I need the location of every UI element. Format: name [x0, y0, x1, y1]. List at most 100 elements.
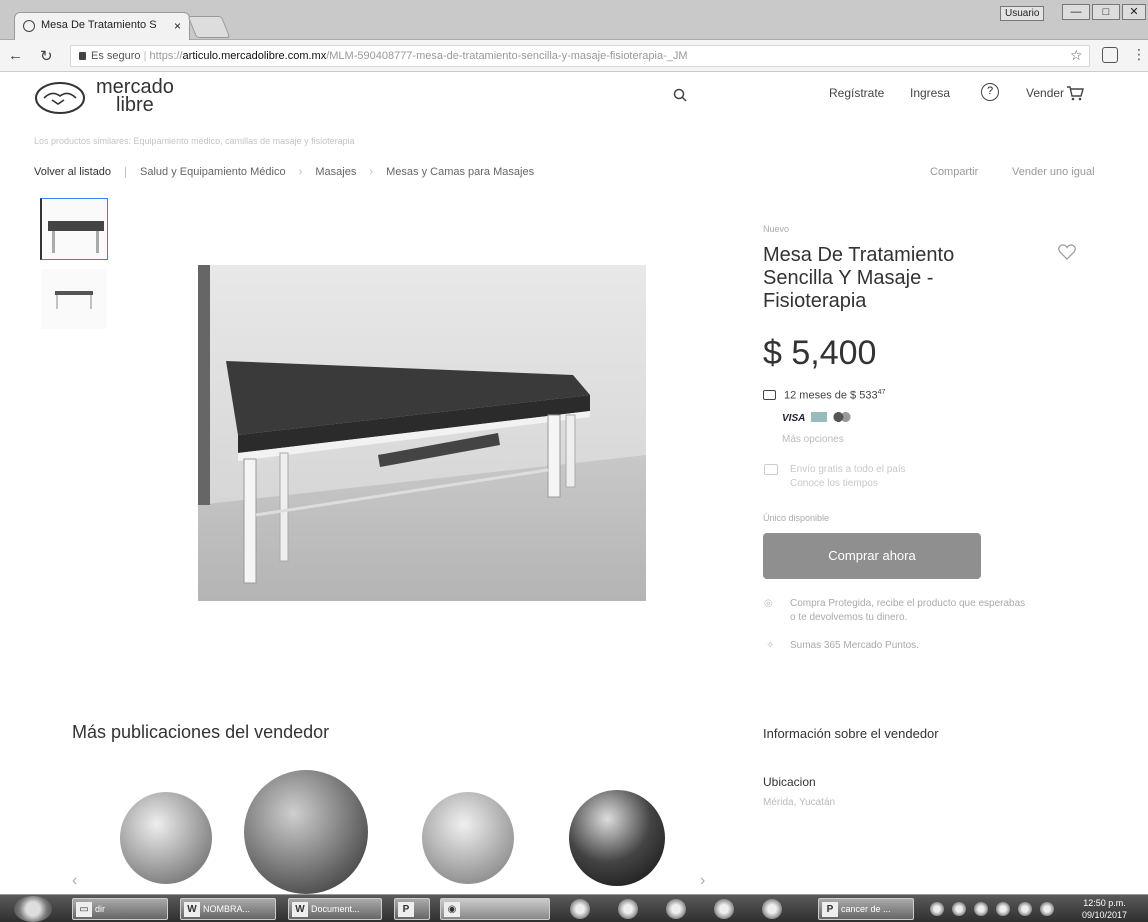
breadcrumb-separator: ›	[298, 166, 303, 178]
breadcrumb-item[interactable]: Masajes	[315, 166, 356, 178]
protected-purchase-text-2: o te devolvemos tu dinero.	[790, 612, 908, 623]
taskbar-item[interactable]: P	[394, 898, 430, 920]
browser-tab[interactable]: Mesa De Tratamiento S ×	[14, 12, 190, 40]
tray-icon[interactable]	[930, 902, 944, 916]
mastercard-logo-icon	[833, 411, 852, 423]
word-icon: W	[184, 902, 200, 917]
chrome-icon: ◉	[444, 902, 460, 917]
more-payment-options-link[interactable]: Más opciones	[782, 434, 844, 445]
taskbar-app-icon[interactable]	[570, 899, 590, 919]
product-title: Mesa De Tratamiento Sencilla Y Masaje - …	[763, 244, 955, 312]
gallery-thumbnail-1[interactable]	[40, 198, 108, 260]
sell-link[interactable]: Vender	[1026, 86, 1064, 100]
stock-label: Único disponible	[763, 513, 830, 523]
taskbar-app-icon[interactable]	[618, 899, 638, 919]
back-arrow-icon[interactable]: ←	[8, 47, 23, 64]
breadcrumb-item[interactable]: Mesas y Camas para Masajes	[386, 166, 534, 178]
network-icon[interactable]	[952, 902, 966, 916]
back-to-listing-link[interactable]: Volver al listado	[34, 166, 111, 178]
search-icon[interactable]	[673, 88, 687, 102]
taskbar-app-icon[interactable]	[714, 899, 734, 919]
handshake-logo-icon[interactable]	[34, 80, 86, 116]
seller-item-ball-4	[569, 790, 665, 886]
shipping-text: Envío gratis a todo el país	[790, 464, 906, 475]
profile-button[interactable]: Usuario	[1000, 6, 1045, 21]
bookmark-star-icon[interactable]: ☆	[1070, 47, 1083, 64]
clock-time: 12:50 p.m.	[1083, 898, 1126, 908]
taskbar-item[interactable]: Pcancer de ...	[818, 898, 914, 920]
shield-icon: ◎	[764, 598, 773, 609]
cart-icon[interactable]	[1066, 84, 1084, 102]
folder-icon: ▭	[76, 902, 92, 917]
taskbar-app-icon[interactable]	[762, 899, 782, 919]
reload-icon[interactable]: ↻	[40, 47, 53, 65]
url-scheme: https://	[149, 50, 183, 62]
carousel-prev-icon[interactable]: ‹	[72, 872, 77, 890]
breadcrumb: Volver al listado | Salud y Equipamiento…	[34, 166, 544, 178]
tray-icon[interactable]	[1018, 902, 1032, 916]
secure-label: Es seguro	[91, 50, 141, 62]
word-icon: W	[292, 902, 308, 917]
taskbar-item[interactable]: W Document...	[288, 898, 382, 920]
register-link[interactable]: Regístrate	[829, 86, 884, 100]
favorite-heart-icon[interactable]	[1058, 244, 1076, 260]
logo-wordmark[interactable]: mercado libre	[96, 77, 174, 116]
shipping-truck-icon	[764, 464, 778, 475]
amex-logo-icon	[811, 412, 828, 422]
location-value: Mérida, Yucatán	[763, 797, 836, 808]
tab-favicon-icon	[23, 20, 35, 32]
taskbar-app-icon[interactable]	[666, 899, 686, 919]
clock-date: 09/10/2017	[1082, 910, 1128, 920]
location-label: Ubicacion	[763, 775, 816, 789]
share-link[interactable]: Compartir	[930, 166, 978, 178]
product-price: $ 5,400	[763, 334, 877, 372]
tab-title: Mesa De Tratamiento S	[41, 19, 157, 31]
powerpoint-icon: P	[822, 902, 838, 917]
volume-icon[interactable]	[974, 902, 988, 916]
tray-icon[interactable]	[1040, 902, 1054, 916]
tab-close-icon[interactable]: ×	[174, 19, 181, 33]
main-product-photo[interactable]	[198, 265, 646, 601]
maximize-button[interactable]: □	[1092, 4, 1120, 20]
taskbar-item[interactable]: ▭ dir	[72, 898, 168, 920]
taskbar-item-active[interactable]: ◉	[440, 898, 550, 920]
new-tab-button[interactable]	[187, 16, 231, 38]
address-toolbar: ← ↻ Es seguro | https://articulo.mercado…	[0, 40, 1148, 72]
payment-logos: VISA	[782, 411, 852, 424]
carousel-next-icon[interactable]: ›	[700, 872, 705, 890]
close-window-button[interactable]: ✕	[1122, 4, 1146, 20]
login-link[interactable]: Ingresa	[910, 86, 950, 100]
logo-line-2: libre	[116, 94, 154, 116]
seller-item-ball-3	[422, 792, 514, 884]
breadcrumb-item[interactable]: Salud y Equipamiento Médico	[140, 166, 286, 178]
help-icon[interactable]: ?	[981, 83, 999, 101]
condition-label: Nuevo	[763, 224, 790, 234]
gallery-thumbnail-2[interactable]	[40, 268, 108, 330]
tray-icon[interactable]	[996, 902, 1010, 916]
system-clock[interactable]: 12:50 p.m. 09/10/2017	[1082, 897, 1127, 921]
extension-icon[interactable]	[1102, 47, 1118, 63]
mercado-points-text: Sumas 365 Mercado Puntos.	[790, 640, 919, 651]
browser-menu-icon[interactable]: ⋮	[1132, 46, 1146, 63]
buy-now-button[interactable]: Comprar ahora	[763, 533, 981, 579]
protected-purchase-text: Compra Protegida, recibe el producto que…	[790, 598, 1026, 609]
powerpoint-icon: P	[398, 902, 414, 917]
url-bar[interactable]: Es seguro | https://articulo.mercadolibr…	[70, 45, 1090, 67]
url-domain: articulo.mercadolibre.com.mx	[182, 50, 327, 62]
seller-item-ball-1	[120, 792, 212, 884]
shipping-times-link[interactable]: Conoce los tiempos	[790, 478, 878, 489]
installments-cents: 47	[877, 389, 886, 396]
more-from-seller-heading: Más publicaciones del vendedor	[72, 722, 330, 742]
sell-similar-link[interactable]: Vender uno igual	[1012, 166, 1095, 178]
treatment-table-image	[198, 265, 646, 601]
seller-item-ball-2	[244, 770, 368, 894]
installments-info: 12 meses de $ 53347	[763, 389, 885, 402]
related-searches-text: Los productos similares: Equipamiento mé…	[34, 136, 355, 146]
thumbnail-table-image	[48, 221, 104, 253]
taskbar-item[interactable]: W NOMBRA...	[180, 898, 276, 920]
minimize-button[interactable]: —	[1062, 4, 1090, 20]
start-button[interactable]	[14, 896, 52, 922]
lock-icon	[79, 52, 86, 60]
seller-info-heading: Información sobre el vendedor	[763, 726, 939, 741]
browser-tab-bar: Mesa De Tratamiento S × Usuario — □ ✕	[0, 0, 1148, 40]
